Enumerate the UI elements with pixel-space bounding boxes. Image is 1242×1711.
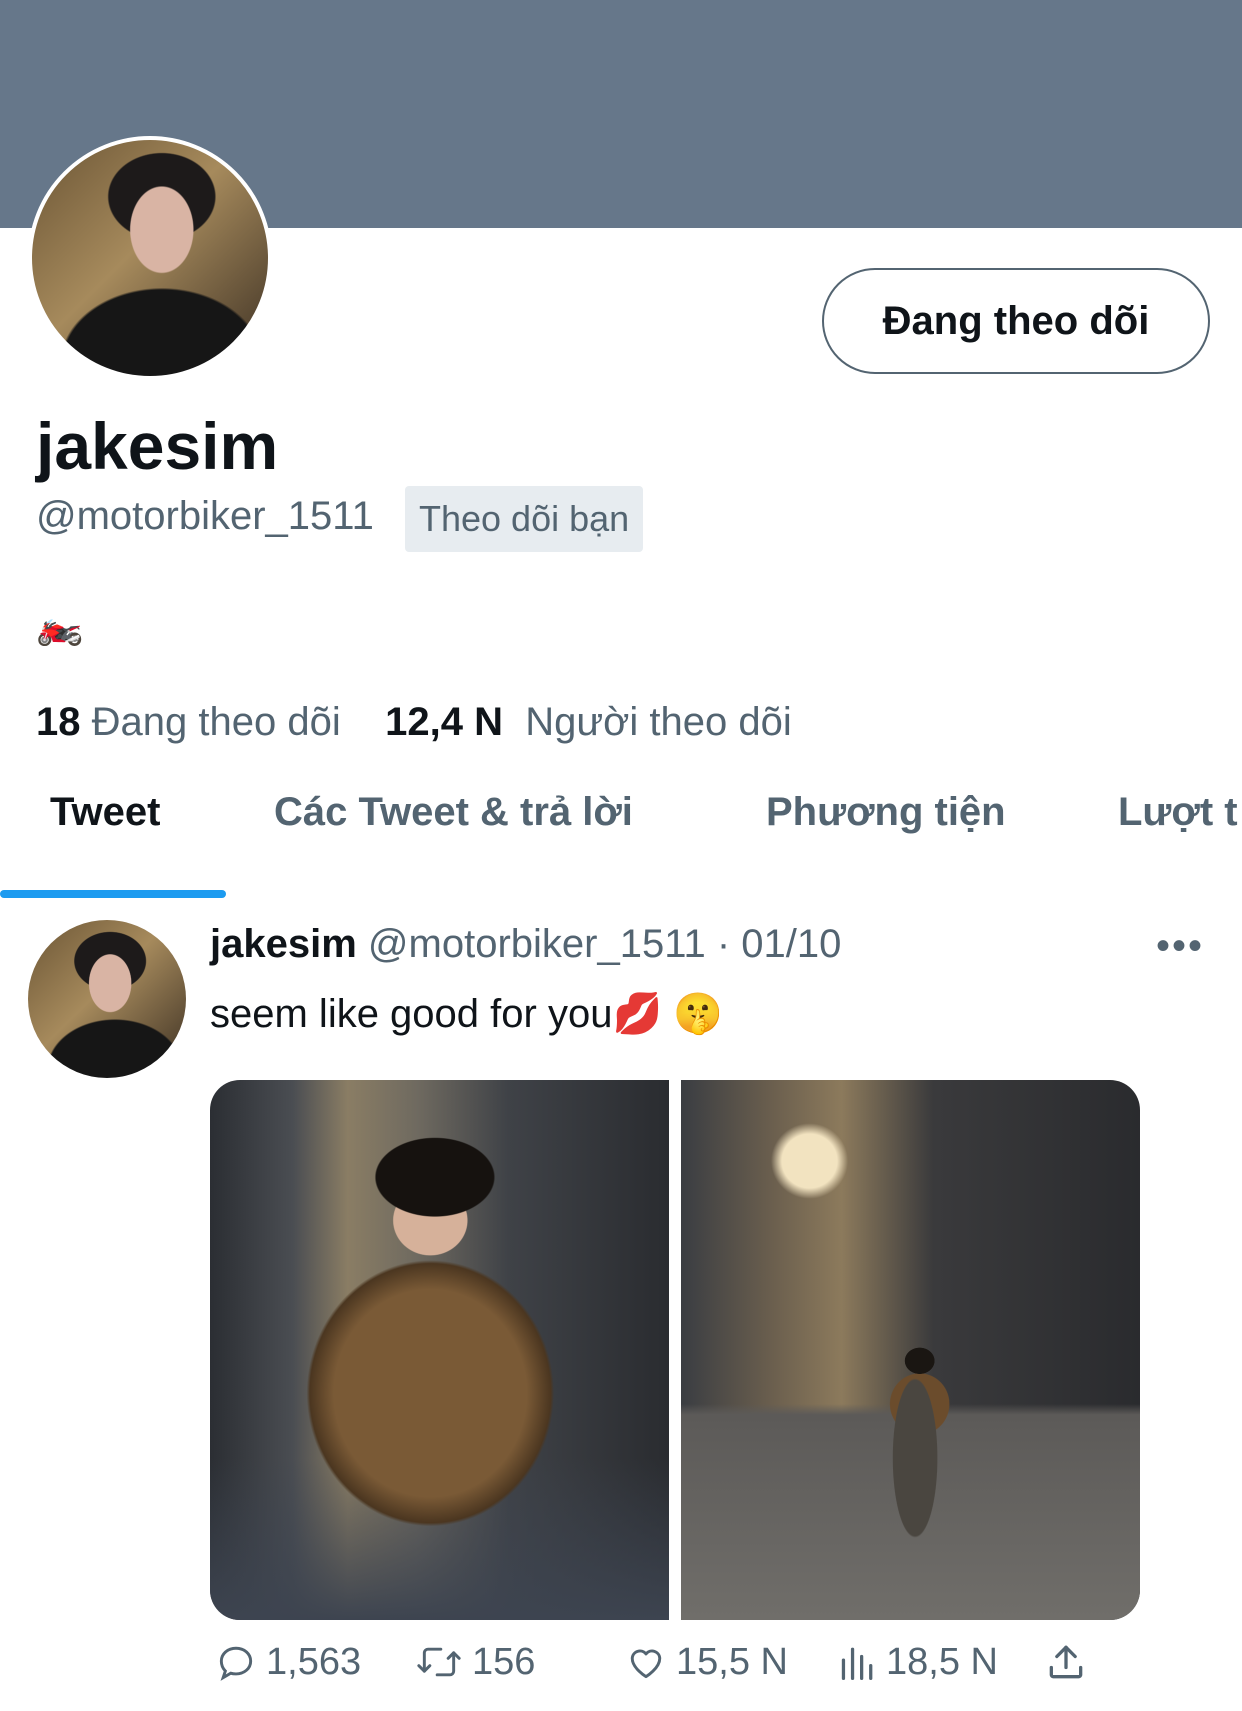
tweet-author-avatar[interactable]: [28, 920, 186, 1078]
tab-tweets[interactable]: Tweet: [50, 790, 160, 835]
active-tab-indicator: [0, 890, 226, 898]
following-button[interactable]: Đang theo dõi: [822, 268, 1210, 374]
retweet-icon: [417, 1647, 461, 1677]
profile-tabs: Tweet Các Tweet & trả lời Phương tiện: [0, 790, 1242, 890]
share-button[interactable]: [1044, 1640, 1088, 1684]
following-stat[interactable]: 18 Đang theo dõi: [36, 700, 341, 744]
profile-handle: @motorbiker_1511: [36, 494, 374, 538]
like-count: 15,5 N: [676, 1640, 788, 1683]
views-count: 18,5 N: [886, 1640, 998, 1683]
following-count: 18: [36, 700, 81, 744]
retweet-button[interactable]: 156: [414, 1640, 535, 1684]
tweet-author-handle[interactable]: @motorbiker_1511: [368, 922, 706, 966]
tweet-actions: 1,563 156 15,5 N 18,5 N: [210, 1640, 1210, 1700]
profile-avatar[interactable]: [28, 136, 272, 380]
followers-stat[interactable]: 12,4 N Người theo dõi: [385, 700, 792, 744]
tweet-photo-1[interactable]: [210, 1080, 669, 1620]
following-label: Đang theo dõi: [91, 700, 341, 744]
share-icon: [1049, 1645, 1083, 1679]
more-icon[interactable]: •••: [1156, 924, 1204, 969]
tweet-text: seem like good for you💋 🤫: [210, 992, 724, 1036]
tweet-author-name[interactable]: jakesim: [210, 922, 357, 966]
tab-likes-clip: Lượt t: [1110, 790, 1242, 860]
views-icon: [841, 1647, 873, 1681]
tab-likes[interactable]: Lượt t: [1118, 790, 1238, 835]
views-button[interactable]: 18,5 N: [838, 1640, 998, 1684]
retweet-count: 156: [472, 1640, 536, 1683]
like-icon: [630, 1649, 662, 1679]
tweet-media: [210, 1080, 1140, 1620]
profile-stats: 18 Đang theo dõi 12,4 N Người theo dõi: [36, 700, 792, 745]
follows-you-badge: Theo dõi bạn: [405, 486, 644, 552]
followers-count: 12,4 N: [385, 700, 504, 744]
tweet-photo-2[interactable]: [681, 1080, 1140, 1620]
tab-media[interactable]: Phương tiện: [766, 790, 1006, 835]
tweet-date[interactable]: 01/10: [741, 922, 841, 966]
profile-bio: 🏍️: [36, 605, 84, 647]
tweet-separator: ·: [716, 922, 731, 966]
reply-button[interactable]: 1,563: [214, 1640, 361, 1684]
reply-count: 1,563: [266, 1640, 362, 1683]
reply-icon: [219, 1646, 253, 1681]
tweet-header: jakesim @motorbiker_1511 · 01/10: [210, 922, 841, 967]
tab-tweets-replies[interactable]: Các Tweet & trả lời: [274, 790, 633, 835]
followers-label: Người theo dõi: [525, 700, 792, 744]
profile-display-name: jakesim: [36, 409, 279, 483]
like-button[interactable]: 15,5 N: [624, 1640, 788, 1684]
